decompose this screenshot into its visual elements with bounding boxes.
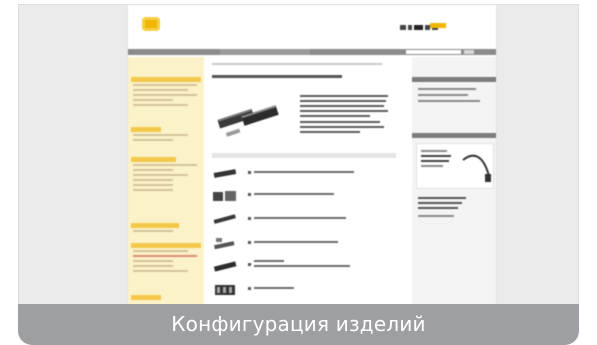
- hero-description: [300, 95, 390, 136]
- promo-box: [416, 143, 494, 189]
- nav-bar: [128, 49, 496, 55]
- sidebar-section: [131, 243, 201, 275]
- right-link: [418, 202, 462, 204]
- caption-bar: Конфигурация изделий: [18, 304, 579, 345]
- product-thumb: [213, 214, 236, 224]
- right-link: [418, 215, 454, 217]
- screenshot-frame: [18, 4, 579, 305]
- site-header: [128, 5, 496, 47]
- brand-logo-icon: [142, 17, 160, 31]
- list-item: [212, 163, 396, 185]
- bullet-icon: [248, 287, 251, 290]
- sidebar-section: [131, 295, 201, 302]
- right-link: [418, 88, 476, 90]
- sidebar-item: [133, 184, 173, 186]
- bullet-icon: [248, 217, 251, 220]
- sidebar-item: [133, 174, 188, 176]
- sidebar-item: [133, 164, 197, 166]
- cable-icon: [462, 154, 491, 182]
- list-item-text: [254, 193, 334, 195]
- sidebar-item: [133, 260, 173, 262]
- website-screenshot: [127, 5, 497, 305]
- sidebar-section-header: [131, 223, 179, 228]
- sidebar-item: [133, 104, 188, 106]
- list-item-text: [254, 171, 354, 173]
- list-item: [212, 209, 396, 231]
- promo-text: [421, 150, 447, 152]
- list-item-text: [254, 241, 338, 243]
- sidebar-item: [133, 189, 173, 191]
- sidebar-item: [133, 94, 197, 96]
- sidebar-item: [133, 169, 173, 171]
- sidebar-section-header: [131, 127, 161, 132]
- right-link: [418, 100, 480, 102]
- list-item-text: [254, 260, 284, 262]
- sidebar-section-header: [131, 243, 201, 248]
- sidebar-item: [133, 255, 197, 257]
- sidebar-item: [133, 89, 188, 91]
- right-column: [412, 57, 496, 305]
- list-item: [212, 255, 396, 277]
- page-title: [212, 75, 342, 78]
- product-thumb: [213, 191, 236, 201]
- sidebar-item: [133, 134, 188, 136]
- main-content: [208, 57, 408, 305]
- sidebar-section: [131, 223, 201, 235]
- list-item: [212, 185, 396, 207]
- product-thumb: [213, 169, 237, 178]
- bullet-icon: [248, 263, 251, 266]
- nav-segment: [220, 49, 310, 55]
- list-item-text: [254, 265, 350, 267]
- bullet-icon: [248, 193, 251, 196]
- right-section-header: [412, 133, 496, 138]
- header-badge: [430, 23, 446, 28]
- search-input: [406, 50, 461, 54]
- right-link: [418, 197, 466, 199]
- promo-text: [421, 155, 451, 157]
- product-thumb: [213, 261, 237, 272]
- sidebar-item: [133, 139, 173, 141]
- sidebar-item: [133, 230, 173, 232]
- caption-label: Конфигурация изделий: [171, 312, 426, 336]
- right-link: [418, 94, 468, 96]
- sidebar-item: [133, 99, 173, 101]
- nav-segment: [128, 49, 218, 55]
- left-sidebar: [128, 57, 204, 305]
- sidebar-section: [131, 157, 201, 194]
- list-item-text: [254, 217, 346, 219]
- sidebar-item: [133, 270, 188, 272]
- sidebar-section-header: [131, 295, 161, 300]
- sidebar-section: [131, 77, 201, 109]
- hero-product-image: [217, 105, 279, 137]
- product-thumb: [214, 238, 235, 250]
- list-item-text: [254, 287, 294, 289]
- search-button: [464, 50, 474, 54]
- sidebar-section-header: [131, 157, 176, 162]
- list-item: [212, 279, 396, 301]
- slide-card: Конфигурация изделий: [0, 0, 597, 345]
- right-section-header: [412, 77, 496, 82]
- right-link: [418, 207, 458, 209]
- breadcrumb: [212, 63, 382, 65]
- sidebar-section: [131, 127, 201, 144]
- promo-text: [421, 160, 449, 162]
- sidebar-item: [133, 250, 188, 252]
- section-header: [212, 153, 396, 158]
- sidebar-item: [133, 179, 173, 181]
- sidebar-section-header: [131, 77, 201, 82]
- product-thumb: [215, 285, 235, 295]
- sidebar-item: [133, 265, 173, 267]
- bullet-icon: [248, 171, 251, 174]
- promo-text: [421, 165, 443, 167]
- list-item: [212, 233, 396, 255]
- sidebar-item: [133, 84, 197, 86]
- bullet-icon: [248, 241, 251, 244]
